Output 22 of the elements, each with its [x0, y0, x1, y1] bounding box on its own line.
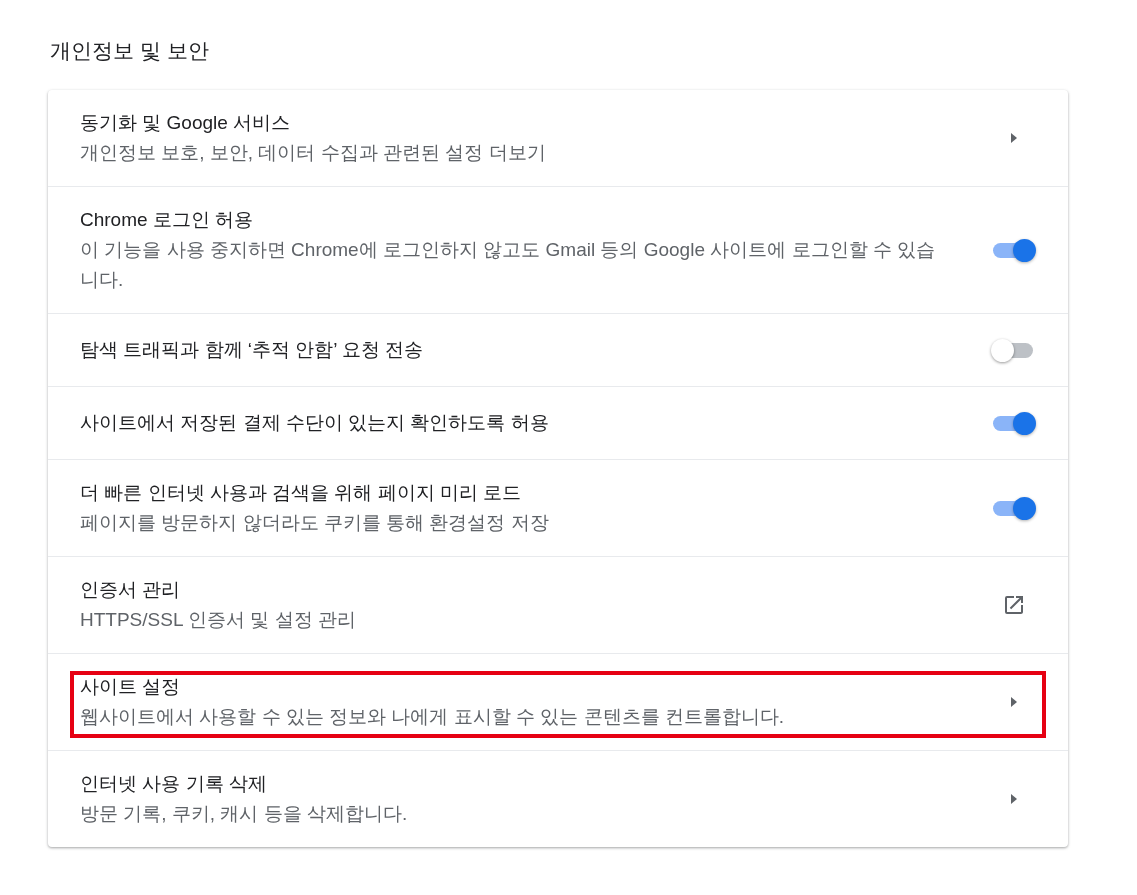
setting-title: 인터넷 사용 기록 삭제: [80, 772, 268, 796]
setting-title: 인증서 관리: [80, 578, 182, 602]
external-link-icon[interactable]: [1002, 593, 1026, 617]
setting-description: 페이지를 방문하지 않더라도 쿠키를 통해 환경설정 저장: [80, 511, 550, 535]
toggle-switch[interactable]: [991, 496, 1037, 520]
setting-title: 탐색 트래픽과 함께 ‘추적 안함’ 요청 전송: [80, 338, 425, 362]
setting-title: Chrome 로그인 허용: [80, 208, 255, 232]
setting-title: 더 빠른 인터넷 사용과 검색을 위해 페이지 미리 로드: [80, 481, 523, 505]
setting-title: 사이트 설정: [80, 675, 182, 699]
caret-icon[interactable]: [1010, 793, 1018, 805]
setting-title: 사이트에서 저장된 결제 수단이 있는지 확인하도록 허용: [80, 411, 550, 435]
setting-description: 개인정보 보호, 보안, 데이터 수집과 관련된 설정 더보기: [80, 141, 547, 165]
toggle-switch[interactable]: [991, 238, 1037, 262]
setting-description: 웹사이트에서 사용할 수 있는 정보와 나에게 표시할 수 있는 콘텐츠를 컨트롤합니다.: [80, 705, 786, 729]
setting-description: 이 기능을 사용 중지하면 Chrome에 로그인하지 않고도 Gmail 등의 Google 사이트에 로그인할 수 있습니다.: [80, 238, 937, 292]
caret-icon[interactable]: [1010, 132, 1018, 144]
setting-title: 동기화 및 Google 서비스: [80, 111, 292, 135]
setting-description: HTTPS/SSL 인증서 및 설정 관리: [80, 608, 357, 632]
toggle-switch[interactable]: [991, 411, 1037, 435]
section-title: 개인정보 및 보안: [50, 38, 210, 64]
caret-icon[interactable]: [1010, 696, 1018, 708]
setting-description: 방문 기록, 쿠키, 캐시 등을 삭제합니다.: [80, 802, 409, 826]
